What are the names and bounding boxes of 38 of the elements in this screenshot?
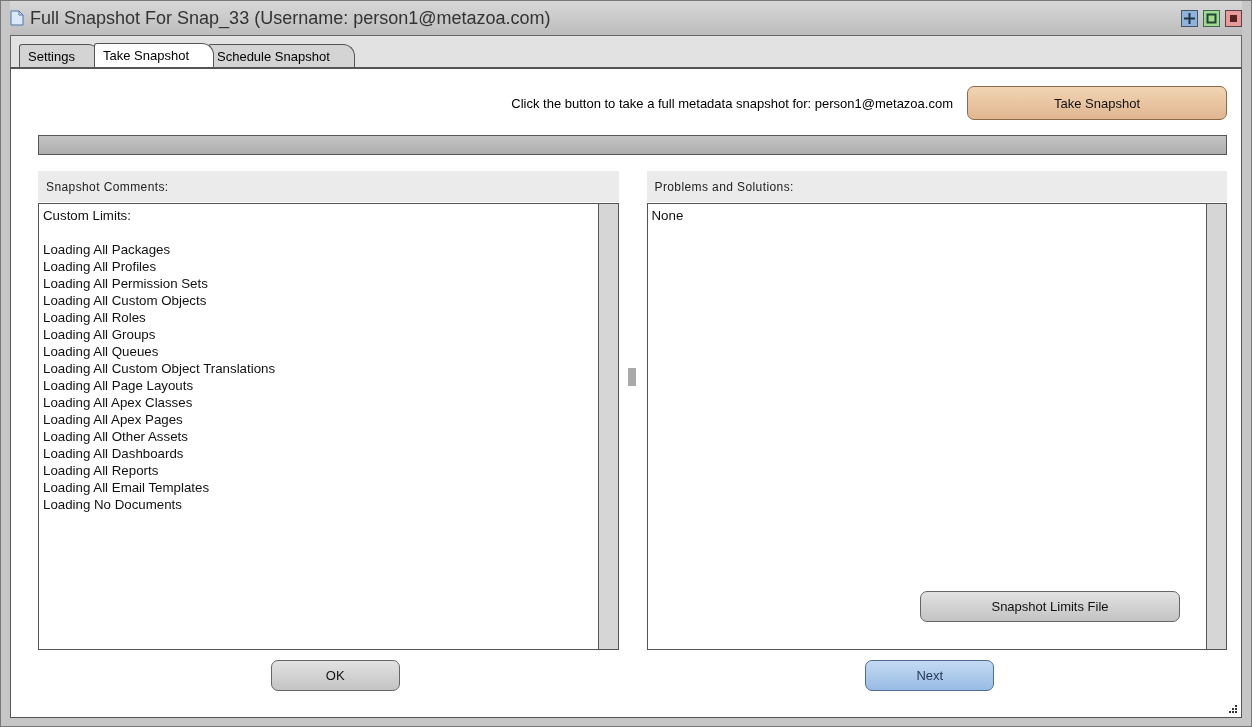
window-title: Full Snapshot For Snap_33 (Username: person1@metazoa.com): [30, 7, 551, 29]
panel-header: Problems and Solutions:: [646, 171, 1227, 202]
text-line: Custom Limits:: [43, 207, 132, 224]
splitter-handle-icon[interactable]: [628, 368, 637, 386]
text-line: Loading All Reports: [43, 462, 160, 479]
text-line: Loading All Roles: [43, 309, 147, 326]
panel-header: Snapshot Comments:: [38, 171, 619, 202]
text-area[interactable]: None Snapshot Limits File: [646, 203, 1227, 650]
text-line: Loading All Email Templates: [43, 479, 211, 496]
prompt-text: Click the button to take a full metadata snapshot for: person1@metazoa.com: [511, 95, 953, 111]
text-line: Loading All Packages: [43, 241, 172, 258]
tab[interactable]: Schedule Snapshot: [208, 44, 355, 67]
text-line: Loading All Custom Objects: [43, 292, 208, 309]
take-snapshot-button[interactable]: Take Snapshot: [967, 86, 1227, 120]
text-line: Loading All Apex Pages: [43, 411, 184, 428]
text-line: Loading All Page Layouts: [43, 377, 195, 394]
close-icon[interactable]: [1225, 9, 1242, 27]
scrollbar[interactable]: [597, 204, 618, 649]
maximize-icon[interactable]: [1203, 9, 1220, 27]
text-line: Loading All Permission Sets: [43, 275, 209, 292]
tab[interactable]: Take Snapshot: [94, 43, 214, 67]
text-line: Loading All Profiles: [43, 258, 158, 275]
scrollbar[interactable]: [1206, 204, 1226, 649]
text-area[interactable]: [38, 203, 619, 650]
resize-grip-icon[interactable]: [1229, 705, 1237, 713]
text-line: None: [651, 207, 685, 224]
text-line: Loading All Custom Object Translations: [43, 360, 277, 377]
text-line: Loading All Apex Classes: [43, 394, 194, 411]
add-icon[interactable]: [1181, 9, 1198, 27]
text-line: Loading No Documents: [43, 496, 183, 513]
text-line: Loading All Queues: [43, 343, 160, 360]
text-line: Loading All Groups: [43, 326, 157, 343]
dialog-button[interactable]: OK: [270, 660, 400, 691]
snapshot-limits-button[interactable]: Snapshot Limits File: [920, 591, 1180, 622]
text-line: Loading All Other Assets: [43, 428, 189, 445]
document-icon: [10, 10, 24, 26]
text-line: Loading All Dashboards: [43, 445, 185, 462]
dialog-button[interactable]: Next: [865, 660, 995, 691]
